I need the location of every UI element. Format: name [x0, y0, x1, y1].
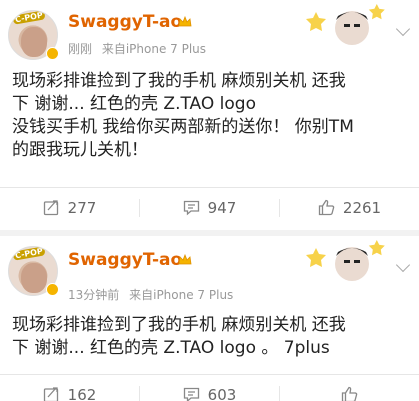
- post-content: 现场彩排谁捡到了我的手机 麻烦别关机 还我 下 谢谢... 红色的壳 Z.TAO…: [12, 314, 412, 360]
- like-icon: [318, 199, 335, 216]
- avatar-tag: C-POP: [12, 246, 46, 261]
- comment-count: 603: [207, 385, 237, 401]
- post-meta: 刚刚 来自iPhone 7 Plus: [68, 40, 206, 57]
- crown-icon: [178, 16, 192, 27]
- comment-count: 947: [207, 198, 237, 217]
- like-button[interactable]: [280, 375, 419, 401]
- repost-count: 162: [67, 385, 97, 401]
- post-line: 的跟我玩儿关机！: [12, 140, 148, 160]
- repost-button[interactable]: 162: [0, 375, 139, 401]
- post-line: 现场彩排谁捡到了我的手机 麻烦别关机 还我: [12, 71, 346, 91]
- avatar-tag: C-POP: [12, 10, 46, 25]
- post-source[interactable]: 来自iPhone 7 Plus: [129, 288, 233, 302]
- post-time: 13分钟前: [68, 288, 120, 302]
- verified-badge-icon: [46, 283, 59, 296]
- comment-button[interactable]: 603: [140, 375, 279, 401]
- username[interactable]: SwaggyT-ao: [68, 12, 182, 32]
- card-decoration-icon: [306, 4, 385, 45]
- like-count: 2261: [342, 198, 382, 217]
- repost-icon: [43, 200, 58, 216]
- comment-icon: [183, 387, 199, 401]
- post-time: 刚刚: [68, 42, 93, 56]
- comment-icon: [183, 200, 199, 216]
- post-source[interactable]: 来自iPhone 7 Plus: [102, 42, 206, 56]
- post-meta: 13分钟前 来自iPhone 7 Plus: [68, 286, 233, 303]
- post-line: 现场彩排谁捡到了我的手机 麻烦别关机 还我: [12, 315, 346, 335]
- comment-button[interactable]: 947: [140, 188, 279, 228]
- repost-button[interactable]: 277: [0, 188, 139, 228]
- post-content: 现场彩排谁捡到了我的手机 麻烦别关机 还我 下 谢谢... 红色的壳 Z.TAO…: [12, 70, 412, 162]
- action-bar: 162 603: [0, 374, 419, 401]
- username[interactable]: SwaggyT-ao: [68, 250, 182, 270]
- action-bar: 277 947 2261: [0, 187, 419, 227]
- post-line: 下 谢谢... 红色的壳 Z.TAO logo: [12, 94, 256, 114]
- post-line: 没钱买手机 我给你买两部新的送你！ 你别TM: [12, 117, 354, 137]
- post-line: 下 谢谢... 红色的壳 Z.TAO logo 。 7plus: [12, 338, 330, 358]
- verified-badge-icon: [46, 47, 59, 60]
- like-button[interactable]: 2261: [280, 188, 419, 228]
- crown-icon: [178, 254, 192, 265]
- weibo-post-1: C-POP SwaggyT-ao 刚刚 来自iPhone 7 Plus 现场彩排…: [0, 0, 419, 230]
- repost-count: 277: [67, 198, 97, 217]
- like-icon: [341, 386, 358, 401]
- weibo-post-2: C-POP SwaggyT-ao 13分钟前 来自iPhone 7 Plus 现…: [0, 236, 419, 401]
- repost-icon: [43, 387, 58, 401]
- card-decoration-icon: [306, 240, 385, 281]
